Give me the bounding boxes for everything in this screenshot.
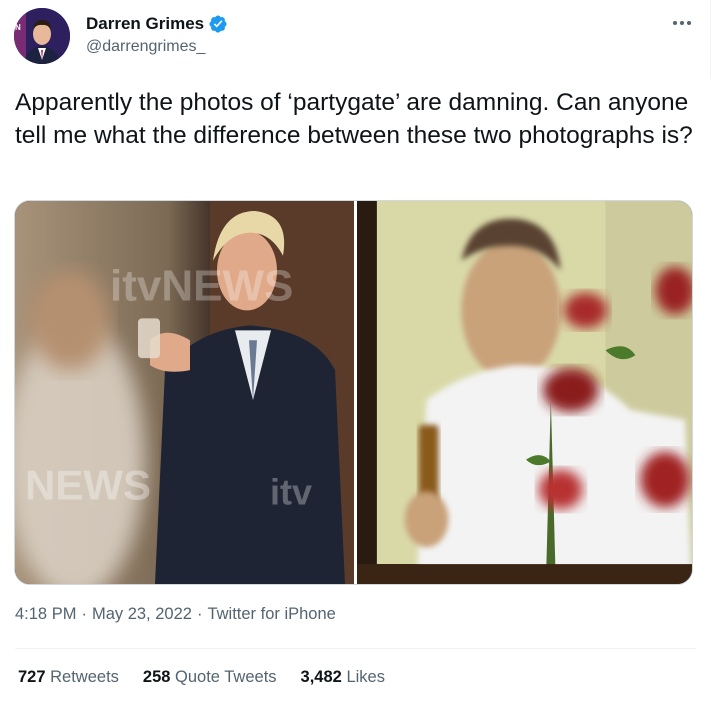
retweets-count: 727 <box>18 668 46 686</box>
photo-right[interactable] <box>357 201 692 584</box>
more-options-button[interactable] <box>662 10 702 36</box>
tweet-text: Apparently the photos of ‘partygate’ are… <box>15 89 696 149</box>
tweet-stats: 727 Retweets 258 Quote Tweets 3,482 Like… <box>18 668 385 687</box>
quote-tweets-label: Quote Tweets <box>175 668 277 686</box>
meta-separator: · <box>196 605 203 623</box>
more-dot-icon <box>687 21 691 25</box>
tweet-time[interactable]: 4:18 PM <box>15 605 76 624</box>
news-watermark: NEWS <box>25 462 151 509</box>
author-display-name[interactable]: Darren Grimes <box>86 14 204 34</box>
tweet-meta: 4:18 PM · May 23, 2022 · Twitter for iPh… <box>15 605 336 624</box>
quote-tweets-stat[interactable]: 258 Quote Tweets <box>143 668 277 687</box>
user-avatar[interactable]: N <box>14 8 70 64</box>
itv-watermark: itv <box>270 472 312 512</box>
tweet-date[interactable]: May 23, 2022 <box>92 605 192 624</box>
retweets-label: Retweets <box>50 668 119 686</box>
likes-label: Likes <box>346 668 385 686</box>
svg-text:N: N <box>15 23 21 32</box>
retweets-stat[interactable]: 727 Retweets <box>18 668 119 687</box>
photo-left[interactable]: itvNEWS NEWS itv <box>15 201 354 584</box>
divider <box>15 648 696 649</box>
tweet-media[interactable]: itvNEWS NEWS itv <box>14 200 693 585</box>
likes-count: 3,482 <box>300 668 342 686</box>
itv-news-watermark: itvNEWS <box>110 262 293 311</box>
tweet-source[interactable]: Twitter for iPhone <box>207 605 335 624</box>
quote-tweets-count: 258 <box>142 668 171 686</box>
author-handle[interactable]: @darrengrimes_ <box>86 38 205 56</box>
likes-stat[interactable]: 3,482 Likes <box>301 668 385 687</box>
verified-badge-icon <box>208 14 228 34</box>
more-dot-icon <box>673 21 677 25</box>
more-dot-icon <box>680 21 684 25</box>
meta-separator: · <box>81 605 87 623</box>
